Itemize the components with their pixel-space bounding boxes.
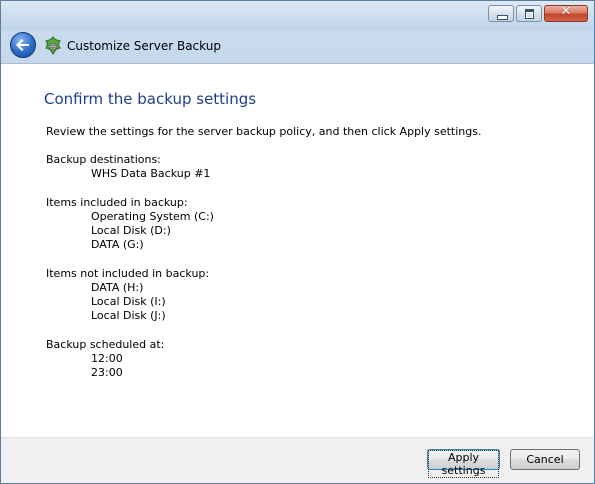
- caption-buttons: ✕: [486, 4, 588, 22]
- content-area: Confirm the backup settings Review the s…: [1, 63, 594, 438]
- section-heading: Backup destinations:: [46, 153, 161, 166]
- instructions-text: Review the settings for the server backu…: [46, 125, 482, 138]
- list-item: Local Disk (I:): [91, 295, 166, 308]
- title-bar[interactable]: ✕: [1, 1, 594, 31]
- maximize-button[interactable]: [516, 5, 542, 22]
- minimize-icon: [497, 15, 508, 20]
- list-item: DATA (H:): [91, 281, 144, 294]
- included-items-section: Items included in backup: Operating Syst…: [46, 196, 214, 252]
- schedule-section: Backup scheduled at: 12:00 23:00: [46, 338, 164, 380]
- backup-destinations-section: Backup destinations: WHS Data Backup #1: [46, 153, 210, 181]
- close-icon: ✕: [560, 4, 572, 19]
- list-item: Local Disk (D:): [91, 224, 171, 237]
- wizard-header: Customize Server Backup: [1, 31, 594, 63]
- back-arrow-icon: [16, 39, 29, 51]
- list-item: 23:00: [91, 366, 123, 379]
- list-item: DATA (G:): [91, 238, 144, 251]
- maximize-icon: [525, 9, 534, 19]
- minimize-button[interactable]: [488, 5, 514, 22]
- apply-settings-label: Apply settings: [428, 450, 499, 478]
- button-bar: Apply settings Cancel: [1, 437, 594, 483]
- back-button[interactable]: [10, 32, 36, 58]
- page-title: Confirm the backup settings: [44, 90, 257, 108]
- server-backup-icon: [45, 36, 61, 56]
- wizard-window: ✕ Customize Server Backup Confirm the ba…: [0, 0, 595, 484]
- close-button[interactable]: ✕: [544, 4, 588, 22]
- list-item: 12:00: [91, 352, 123, 365]
- cancel-button[interactable]: Cancel: [510, 449, 580, 470]
- wizard-title: Customize Server Backup: [67, 39, 221, 53]
- list-item: WHS Data Backup #1: [91, 167, 211, 180]
- excluded-items-section: Items not included in backup: DATA (H:) …: [46, 267, 209, 323]
- section-heading: Items included in backup:: [46, 196, 188, 209]
- list-item: Operating System (C:): [91, 210, 214, 223]
- apply-settings-button[interactable]: Apply settings: [427, 449, 500, 478]
- section-heading: Backup scheduled at:: [46, 338, 165, 351]
- section-heading: Items not included in backup:: [46, 267, 210, 280]
- list-item: Local Disk (J:): [91, 309, 166, 322]
